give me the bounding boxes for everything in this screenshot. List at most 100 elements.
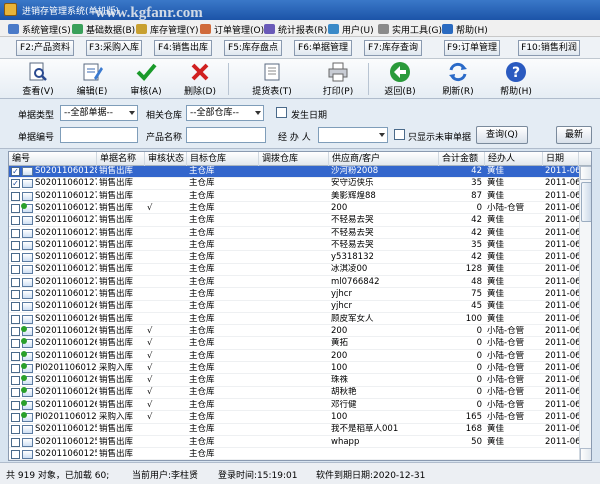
doc-no-input[interactable] <box>60 127 138 143</box>
table-row[interactable]: S0201106012580销售出库 主仓库 whapp 50 黄佳 2011-06- <box>9 437 591 449</box>
refresh-button[interactable]: 刷新(R) <box>436 61 480 97</box>
row-checkbox[interactable] <box>11 363 20 373</box>
table-row[interactable]: S0201106012690销售出库 主仓库 yjhcr 45 黄佳 2011-06- <box>9 301 591 313</box>
row-checkbox[interactable] <box>11 339 20 349</box>
table-row[interactable]: S0201106012670销售出库 √ 主仓库 200 0 小陆-仓管 2011-06- <box>9 325 591 338</box>
col-header-name[interactable]: 单据名称 <box>97 152 145 166</box>
col-header-amount[interactable]: 合计金额 <box>439 152 485 166</box>
f10-profit-button[interactable]: F10:销售利润 <box>518 40 580 56</box>
col-header-transfer[interactable]: 调拨仓库 <box>259 152 329 166</box>
row-checkbox[interactable] <box>11 302 20 312</box>
table-row[interactable]: S0201106012760销售出库 主仓库 不轻易去哭 42 黄佳 2011-06- <box>9 215 591 227</box>
table-row[interactable]: S0201106012720销售出库 主仓库 冰淇凌00 128 黄佳 2011-06- <box>9 264 591 276</box>
doc-type-select[interactable]: --全部单据-- <box>60 105 138 121</box>
row-checkbox[interactable] <box>11 326 20 336</box>
menu-help[interactable]: 帮助(H) <box>442 23 488 36</box>
latest-button[interactable]: 最新 <box>556 126 592 144</box>
row-checkbox[interactable] <box>11 253 20 263</box>
col-header-handler[interactable]: 经办人 <box>485 152 543 166</box>
row-checkbox[interactable] <box>11 265 20 275</box>
view-button[interactable]: 查看(V) <box>16 61 60 97</box>
table-row[interactable]: S0201106012660销售出库 √ 主仓库 黄拓 0 小陆-仓管 2011-06- <box>9 338 591 350</box>
menu-order[interactable]: 订单管理(O) <box>200 23 264 36</box>
table-row[interactable]: S0201106012740销售出库 主仓库 不轻易去哭 35 黄佳 2011-06- <box>9 240 591 252</box>
f3-purchase-button[interactable]: F3:采购入库 <box>86 40 142 56</box>
col-header-date[interactable]: 日期 <box>543 152 579 166</box>
scroll-up-button[interactable] <box>580 166 591 180</box>
row-checkbox[interactable] <box>11 191 20 201</box>
table-row[interactable]: S0201106012680销售出库 主仓库 顾皮军女人 100 黄佳 2011-06- <box>9 314 591 326</box>
menu-report[interactable]: 统计报表(R) <box>264 23 327 36</box>
table-row[interactable]: S0201106012700销售出库 主仓库 yjhcr 75 黄佳 2011-06- <box>9 289 591 301</box>
menu-user[interactable]: 用户(U) <box>328 23 374 36</box>
review-button[interactable]: 审核(A) <box>124 61 168 97</box>
menu-basic-data[interactable]: 基础数据(B) <box>72 23 135 36</box>
cell-target: 主仓库 <box>189 301 215 312</box>
table-row[interactable]: S0201106012630销售出库 √ 主仓库 珠祩 0 小陆-仓管 2011-06- <box>9 375 591 387</box>
print-button[interactable]: 打印(P) <box>316 61 360 97</box>
cell-amount: 168 <box>465 424 482 435</box>
f6-documents-button[interactable]: F6:单据管理 <box>294 40 352 56</box>
table-row[interactable]: S0201106012620销售出库 √ 主仓库 胡秋艳 0 小陆-仓管 2011-06- <box>9 387 591 399</box>
handler-select[interactable] <box>318 127 388 143</box>
table-row[interactable]: S0201106012780销售出库 主仓库 美影辉煌88 87 黄佳 2011-06- <box>9 191 591 203</box>
col-header-party[interactable]: 供应商/客户 <box>329 152 439 166</box>
row-checkbox[interactable] <box>11 277 20 287</box>
col-header-status[interactable]: 审核状态 <box>145 152 187 166</box>
table-row[interactable]: PI0201106012600采购入库 √ 主仓库 100 165 小陆-仓管 2011-0… <box>9 412 591 424</box>
table-row[interactable]: S0201106012710销售出库 主仓库 ml0766842 48 黄佳 2011-0… <box>9 276 591 289</box>
product-name-input[interactable] <box>186 127 266 143</box>
f4-sales-button[interactable]: F4:销售出库 <box>154 40 212 56</box>
vertical-scrollbar[interactable] <box>579 166 591 460</box>
unreviewed-checkbox[interactable] <box>394 129 405 140</box>
row-checkbox[interactable] <box>11 376 20 386</box>
row-checkbox[interactable]: ✓ <box>11 179 20 189</box>
row-checkbox[interactable] <box>11 449 20 459</box>
f5-inventory-check-button[interactable]: F5:库存盘点 <box>224 40 282 56</box>
col-header-target[interactable]: 目标仓库 <box>187 152 259 166</box>
menu-stock[interactable]: 库存管理(Y) <box>136 23 199 36</box>
row-checkbox[interactable] <box>11 314 20 324</box>
menu-system[interactable]: 系统管理(S) <box>8 23 71 36</box>
table-row[interactable]: S0201106012610销售出库 √ 主仓库 邓行健 0 小陆-仓管 2011-06- <box>9 399 591 412</box>
table-row[interactable]: S0201106012770销售出库 √ 主仓库 200 0 小陆-仓管 2011-06- <box>9 202 591 215</box>
table-row[interactable]: S0201106012590销售出库 主仓库 我不是稻草人001 168 黄佳 2011-… <box>9 424 591 436</box>
f9-orders-button[interactable]: F9:订单管理 <box>444 40 500 56</box>
warehouse-select[interactable]: --全部仓库-- <box>186 105 264 121</box>
row-checkbox[interactable] <box>11 437 20 447</box>
pick-list-button[interactable]: 提货表(T) <box>250 61 294 97</box>
table-row[interactable]: S0201106012570销售出库 主仓库 <box>9 448 591 460</box>
query-button[interactable]: 查询(Q) <box>476 126 528 144</box>
scroll-thumb[interactable] <box>581 182 591 222</box>
row-checkbox[interactable]: ✓ <box>11 167 20 176</box>
row-checkbox[interactable] <box>11 203 20 213</box>
edit-button[interactable]: 编辑(E) <box>70 61 114 97</box>
scroll-down-button[interactable] <box>580 448 591 460</box>
table-row[interactable]: S0201106012650销售出库 √ 主仓库 200 0 小陆-仓管 2011-06- <box>9 350 591 362</box>
table-row[interactable]: ✓ S0201106012800销售出库 主仓库 沙河粉2008 42 黄佳 2011-06… <box>9 166 591 178</box>
table-row[interactable]: S0201106012730销售出库 主仓库 y5318132 42 黄佳 2011-06… <box>9 252 591 264</box>
cell-no: S0201106012570 <box>35 448 97 459</box>
row-checkbox[interactable] <box>11 351 20 361</box>
cell-transfer <box>259 437 329 448</box>
row-checkbox[interactable] <box>11 240 20 250</box>
row-checkbox[interactable] <box>11 388 20 398</box>
date-checkbox[interactable] <box>276 107 287 118</box>
menu-tools[interactable]: 实用工具(G) <box>378 23 442 36</box>
table-row[interactable]: ✓ S0201106012790销售出库 主仓库 安守迈侠乐 35 黄佳 2011-06- <box>9 178 591 190</box>
row-checkbox[interactable] <box>11 413 20 422</box>
row-checkbox[interactable] <box>11 400 20 410</box>
back-button[interactable]: 返回(B) <box>378 61 422 97</box>
delete-button[interactable]: 删除(D) <box>178 61 222 97</box>
col-header-no[interactable]: 编号 <box>9 152 97 166</box>
f7-stock-query-button[interactable]: F7:库存查询 <box>364 40 422 56</box>
row-checkbox[interactable] <box>11 228 20 238</box>
table-row[interactable]: PI0201106012640采购入库 √ 主仓库 100 0 小陆-仓管 2011-06- <box>9 362 591 375</box>
row-checkbox[interactable] <box>11 216 20 226</box>
table-row[interactable]: S0201106012750销售出库 主仓库 不轻易去哭 42 黄佳 2011-06- <box>9 228 591 239</box>
cell-no: S0201106012710 <box>35 276 97 287</box>
f2-products-button[interactable]: F2:产品资料 <box>16 40 74 56</box>
help-button[interactable]: ? 帮助(H) <box>494 61 538 97</box>
row-checkbox[interactable] <box>11 425 20 435</box>
row-checkbox[interactable] <box>11 290 20 299</box>
